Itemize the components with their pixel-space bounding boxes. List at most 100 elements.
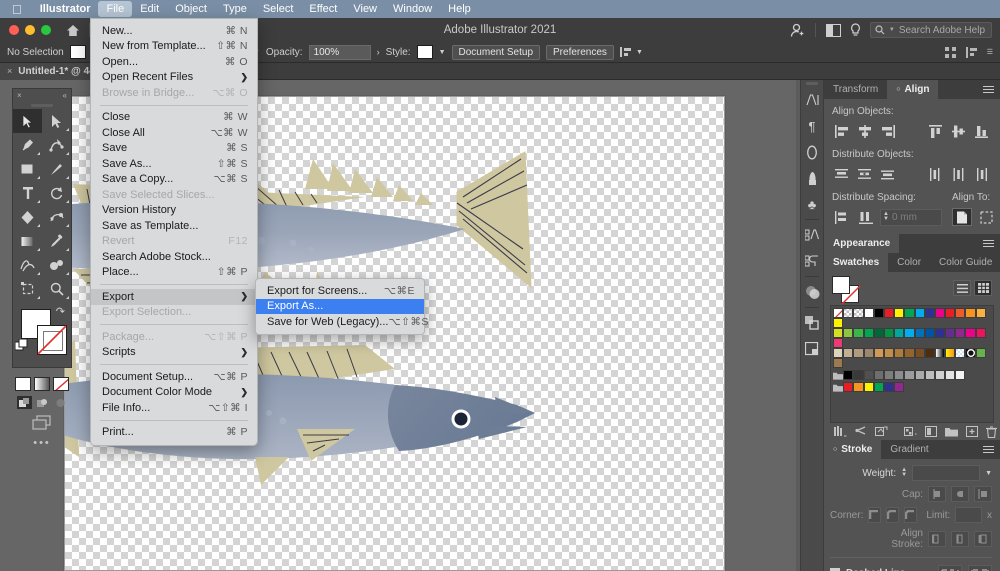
align-horizontal-center-icon[interactable] [855,122,875,140]
menu-item-close-all[interactable]: Close All ⌥⌘ W [91,125,257,141]
pen-tool[interactable] [13,133,42,157]
distribute-horizontal-center-icon[interactable] [949,165,969,183]
swatch-pink2[interactable] [833,338,844,348]
curvature-tool[interactable] [42,133,71,157]
menu-item-print[interactable]: Print... ⌘ P [91,425,257,441]
close-window-button[interactable] [9,25,19,35]
lightbulb-icon[interactable] [850,22,861,38]
character-styles-icon[interactable] [801,222,823,248]
opacity-chevron-icon[interactable]: › [377,47,380,57]
panel-menu-icon[interactable] [977,440,1000,459]
round-cap-icon[interactable] [951,486,969,502]
menu-illustrator[interactable]: Illustrator [32,1,99,17]
swatch-lightgreen[interactable] [843,328,854,338]
stroke-weight-icon[interactable] [801,139,823,165]
menu-item-document-color-mode[interactable]: Document Color Mode ❯ [91,385,257,401]
menu-item-new[interactable]: New... ⌘ N [91,23,257,39]
swatch-brown[interactable] [863,348,874,358]
brushes-panel-icon[interactable] [801,165,823,191]
character-panel-icon[interactable] [801,87,823,113]
swatch-teal[interactable] [894,328,905,338]
align-bottom-icon[interactable] [972,122,992,140]
swap-fill-stroke-icon[interactable]: ↷ [56,305,65,318]
align-vertical-center-icon[interactable] [949,122,969,140]
fill-color-swatch[interactable] [69,45,86,59]
blend-tool[interactable] [13,253,42,277]
swatch-gray-1[interactable] [853,370,864,380]
swatch-gray-8[interactable] [924,370,935,380]
style-chevron-down-icon[interactable]: ▼ [439,49,446,56]
preferences-button[interactable]: Preferences [546,44,614,60]
swatch-black[interactable] [873,308,884,318]
menu-item-place[interactable]: Place... ⇧⌘ P [91,265,257,281]
draw-inside-button[interactable] [53,396,68,409]
swatch-gray-9[interactable] [934,370,946,380]
eyedropper-tool[interactable] [42,229,71,253]
menu-type[interactable]: Type [215,1,255,17]
export-submenu[interactable]: Export for Screens... ⌥⌘E Export As... Sa… [255,278,428,335]
swatch-tan2[interactable] [843,348,854,358]
artboards-panel-icon[interactable] [801,336,823,362]
symbols-panel-icon[interactable]: ♣ [801,191,823,217]
swatch-orange2[interactable] [965,308,976,318]
menu-item-search-adobe-stock[interactable]: Search Adobe Stock... [91,249,257,265]
direct-selection-tool[interactable] [42,109,71,133]
collapse-icon[interactable]: « [63,91,67,100]
swatch-red[interactable] [883,308,895,318]
distribute-vertical-bottom-icon[interactable] [878,165,898,183]
dash-preserve-exact-icon[interactable] [938,565,962,571]
menu-item-save-as[interactable]: Save As... ⇧⌘ S [91,156,257,172]
color-themes-icon[interactable] [875,426,888,437]
menu-select[interactable]: Select [255,1,302,17]
tab-stroke[interactable]: ○ Stroke [824,440,882,459]
graphic-style-swatch[interactable] [416,45,433,59]
more-tools-button[interactable]: ••• [13,437,71,449]
draw-normal-button[interactable] [16,396,32,409]
weight-chevron-down-icon[interactable]: ▼ [985,470,992,477]
file-menu-dropdown[interactable]: New... ⌘ N New from Template... ⇧⌘ N Open.… [90,18,258,446]
swatch-options-icon[interactable] [925,426,937,437]
type-tool[interactable] [13,181,42,205]
menu-edit[interactable]: Edit [132,1,167,17]
shape-builder-tool[interactable] [13,205,42,229]
swatch-green4[interactable] [883,328,895,338]
swatch-blue2[interactable] [914,328,925,338]
tab-color-guide[interactable]: Color Guide [930,253,1000,272]
swatch-purple[interactable] [945,328,956,338]
menu-window[interactable]: Window [385,1,440,17]
swatch-lime[interactable] [833,328,844,338]
symbol-sprayer-tool[interactable] [42,253,71,277]
swatch-brown6[interactable] [914,348,925,358]
swatch-none[interactable] [833,308,844,318]
align-stroke-outside-icon[interactable] [974,531,992,547]
swatch-gray-5[interactable] [894,370,905,380]
distribute-vertical-center-icon[interactable] [855,165,875,183]
opacity-input[interactable]: 100% [308,44,371,60]
new-color-group-icon[interactable] [945,426,958,437]
screen-mode-icon[interactable] [825,23,841,37]
swatch-darkbrown[interactable] [924,348,935,358]
swatch-red2[interactable] [945,308,956,318]
projecting-cap-icon[interactable] [974,486,992,502]
distribute-horizontal-right-icon[interactable] [972,165,992,183]
show-swatch-kinds-icon[interactable] [904,426,917,437]
folder-icon[interactable] [833,382,844,392]
round-join-icon[interactable] [886,507,900,523]
menu-file[interactable]: File [98,1,133,17]
menu-item-version-history[interactable]: Version History [91,203,257,219]
menu-item-save[interactable]: Save ⌘ S [91,141,257,157]
tab-gradient[interactable]: Gradient [881,440,938,459]
swatch-magenta[interactable] [934,308,946,318]
rotate-tool[interactable] [42,181,71,205]
menu-item-open[interactable]: Open... ⌘ O [91,54,257,70]
swatch-amber[interactable] [975,308,986,318]
menu-item-new-from-template[interactable]: New from Template... ⇧⌘ N [91,39,257,55]
menu-help[interactable]: Help [440,1,479,17]
none-swatch-button[interactable] [53,377,69,391]
swatch-group-purple[interactable] [894,382,905,392]
bevel-join-icon[interactable] [904,507,918,523]
minimize-window-button[interactable] [25,25,35,35]
transparency-panel-icon[interactable] [801,279,823,305]
gradient-swatch-button[interactable] [34,377,50,391]
tab-swatches[interactable]: Swatches [824,253,889,272]
